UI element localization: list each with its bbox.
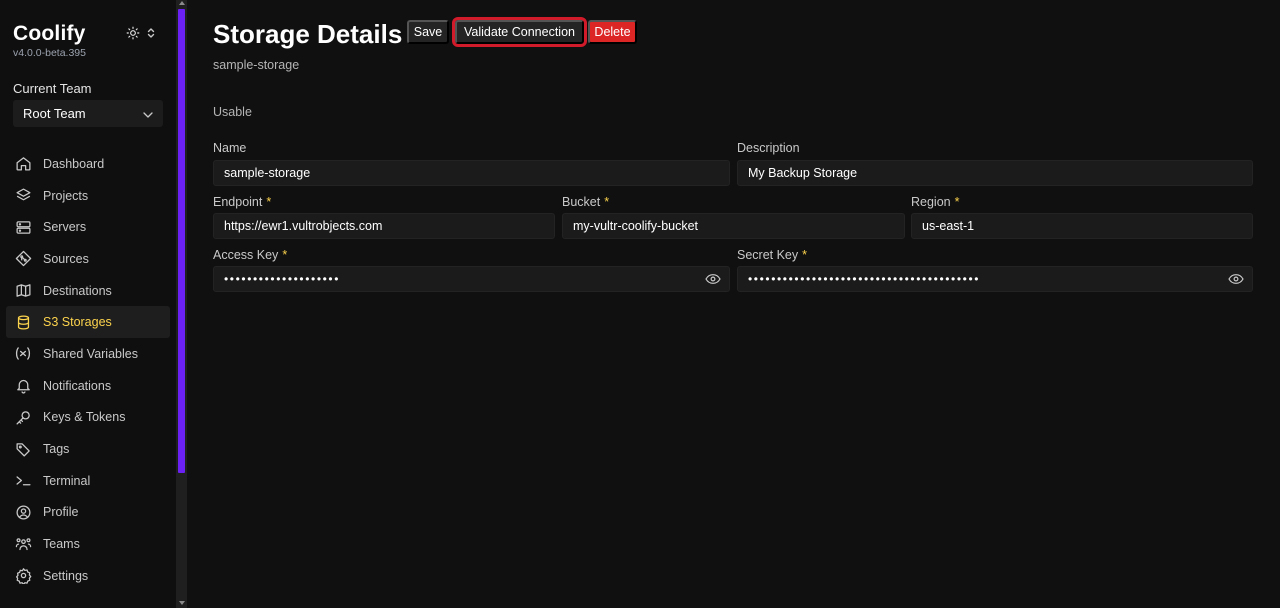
layers-icon [14, 187, 32, 205]
git-icon [14, 250, 32, 268]
description-field-value: My Backup Storage [748, 166, 858, 180]
delete-button[interactable]: Delete [588, 20, 637, 44]
sidebar-item-destinations[interactable]: Destinations [6, 275, 170, 307]
theme-toggle[interactable] [126, 25, 160, 41]
name-label-text: Name [213, 141, 247, 155]
sidebar-item-notifications[interactable]: Notifications [6, 370, 170, 402]
sidebar-item-keys-tokens[interactable]: Keys & Tokens [6, 402, 170, 434]
database-icon [14, 313, 32, 331]
user-circle-icon [14, 503, 32, 521]
secret-key-field[interactable]: •••••••••••••••••••••••••••••••••••••••• [737, 266, 1253, 292]
bucket-field[interactable]: my-vultr-coolify-bucket [562, 213, 905, 239]
variable-icon [14, 345, 32, 363]
sidebar-item-label: Projects [43, 188, 89, 203]
sidebar: Coolify v4.0.0-beta.395 Current Team Roo… [0, 0, 176, 608]
sidebar-item-shared-variables[interactable]: Shared Variables [6, 338, 170, 370]
name-field[interactable]: sample-storage [213, 160, 730, 186]
endpoint-field-value: https://ewr1.vultrobjects.com [224, 219, 383, 233]
chevron-down-icon [143, 106, 153, 121]
endpoint-field[interactable]: https://ewr1.vultrobjects.com [213, 213, 555, 239]
access-key-label: Access Key * [213, 248, 287, 262]
server-icon [14, 218, 32, 236]
description-label: Description [737, 141, 800, 155]
validate-connection-button[interactable]: Validate Connection [452, 17, 587, 47]
sidebar-item-label: Tags [43, 442, 70, 457]
scrollbar-thumb[interactable] [178, 9, 185, 473]
region-label-text: Region [911, 195, 951, 209]
sidebar-item-label: Terminal [43, 473, 91, 488]
gear-icon [14, 567, 32, 585]
status-text: Usable [213, 105, 252, 119]
sidebar-item-servers[interactable]: Servers [6, 211, 170, 243]
sidebar-item-settings[interactable]: Settings [6, 560, 170, 592]
region-field-value: us-east-1 [922, 219, 975, 233]
page-title: Storage Details [213, 19, 403, 49]
team-select-value: Root Team [23, 106, 86, 121]
app-name[interactable]: Coolify [13, 22, 86, 46]
required-mark: * [954, 195, 960, 209]
sidebar-item-label: Destinations [43, 283, 112, 298]
sidebar-scrollbar[interactable] [176, 0, 187, 608]
scroll-down-arrow-icon[interactable] [179, 601, 185, 605]
scroll-up-arrow-icon[interactable] [179, 1, 185, 5]
required-mark: * [282, 248, 288, 262]
secret-key-label: Secret Key * [737, 248, 807, 262]
tags-icon [14, 440, 32, 458]
sun-icon [126, 26, 140, 40]
sidebar-item-label: Teams [43, 537, 80, 552]
team-select[interactable]: Root Team [13, 100, 163, 127]
key-icon [14, 408, 32, 426]
bucket-label-text: Bucket [562, 195, 601, 209]
sidebar-item-teams[interactable]: Teams [6, 528, 170, 560]
endpoint-label-text: Endpoint [213, 195, 263, 209]
required-mark: * [604, 195, 610, 209]
sidebar-nav: Dashboard Projects Servers Sources Desti… [6, 148, 170, 592]
name-field-value: sample-storage [224, 166, 311, 180]
secret-key-field-value: •••••••••••••••••••••••••••••••••••••••• [748, 272, 981, 286]
sidebar-item-label: Sources [43, 251, 89, 266]
access-key-field-value: •••••••••••••••••••• [224, 272, 341, 286]
sidebar-item-s3-storages[interactable]: S3 Storages [6, 306, 170, 339]
secret-key-label-text: Secret Key [737, 248, 799, 262]
region-field[interactable]: us-east-1 [911, 213, 1253, 239]
bucket-label: Bucket * [562, 195, 609, 209]
sidebar-item-sources[interactable]: Sources [6, 243, 170, 275]
endpoint-label: Endpoint * [213, 195, 271, 209]
sidebar-item-dashboard[interactable]: Dashboard [6, 148, 170, 180]
sidebar-item-label: Notifications [43, 378, 112, 393]
region-label: Region * [911, 195, 960, 209]
description-field[interactable]: My Backup Storage [737, 160, 1253, 186]
required-mark: * [802, 248, 808, 262]
description-label-text: Description [737, 141, 800, 155]
sidebar-item-projects[interactable]: Projects [6, 180, 170, 212]
main-content: Storage Details Save Validate Connection… [187, 0, 1280, 608]
sidebar-item-tags[interactable]: Tags [6, 433, 170, 465]
access-key-field[interactable]: •••••••••••••••••••• [213, 266, 730, 292]
bell-icon [14, 377, 32, 395]
current-team-label: Current Team [13, 81, 92, 96]
eye-icon[interactable] [1228, 272, 1244, 286]
sidebar-item-label: Servers [43, 220, 87, 235]
sidebar-item-label: Shared Variables [43, 346, 138, 361]
required-mark: * [266, 195, 272, 209]
app-version: v4.0.0-beta.395 [13, 47, 86, 59]
sidebar-item-label: Dashboard [43, 156, 105, 171]
sidebar-item-label: Profile [43, 505, 79, 520]
sidebar-item-label: S3 Storages [43, 315, 112, 330]
sidebar-item-profile[interactable]: Profile [6, 497, 170, 529]
sidebar-item-terminal[interactable]: Terminal [6, 465, 170, 497]
access-key-label-text: Access Key [213, 248, 279, 262]
users-icon [14, 535, 32, 553]
sidebar-item-label: Keys & Tokens [43, 410, 126, 425]
map-icon [14, 282, 32, 300]
home-icon [14, 155, 32, 173]
save-button[interactable]: Save [407, 20, 449, 44]
chevron-up-down-icon [147, 27, 155, 39]
eye-icon[interactable] [705, 272, 721, 286]
bucket-field-value: my-vultr-coolify-bucket [573, 219, 699, 233]
terminal-icon [14, 472, 32, 490]
page-subtitle: sample-storage [213, 58, 300, 72]
name-label: Name [213, 141, 246, 155]
sidebar-item-label: Settings [43, 568, 89, 583]
